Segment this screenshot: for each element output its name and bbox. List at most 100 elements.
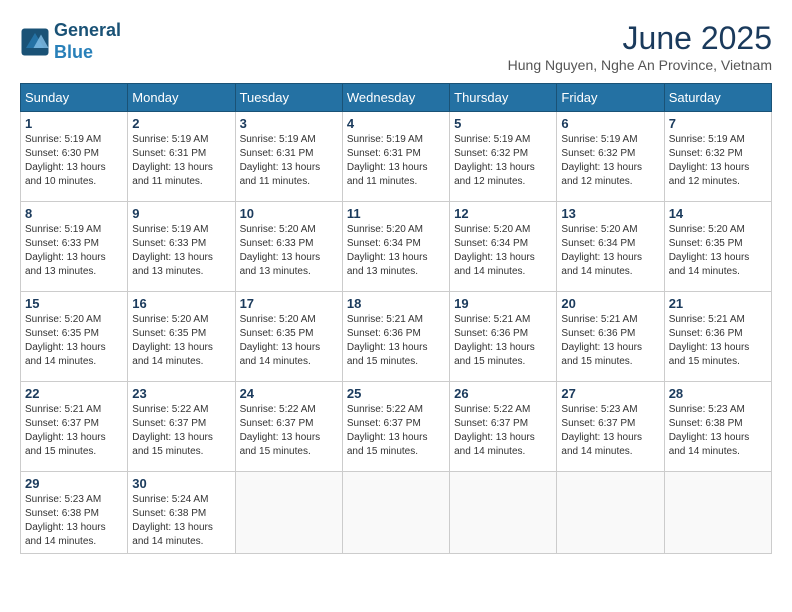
day-cell-28: 28 Sunrise: 5:23 AM Sunset: 6:38 PM Dayl… <box>664 382 771 472</box>
day-number: 28 <box>669 386 767 401</box>
day-cell-21: 21 Sunrise: 5:21 AM Sunset: 6:36 PM Dayl… <box>664 292 771 382</box>
day-info: Sunrise: 5:23 AM Sunset: 6:38 PM Dayligh… <box>25 493 123 549</box>
day-header-wednesday: Wednesday <box>342 84 449 112</box>
day-cell-3: 3 Sunrise: 5:19 AM Sunset: 6:31 PM Dayli… <box>235 112 342 202</box>
day-cell-12: 12 Sunrise: 5:20 AM Sunset: 6:34 PM Dayl… <box>450 202 557 292</box>
day-cell-11: 11 Sunrise: 5:20 AM Sunset: 6:34 PM Dayl… <box>342 202 449 292</box>
logo: General Blue <box>20 20 121 63</box>
day-info: Sunrise: 5:19 AM Sunset: 6:31 PM Dayligh… <box>132 133 230 189</box>
empty-cell <box>664 472 771 554</box>
day-cell-25: 25 Sunrise: 5:22 AM Sunset: 6:37 PM Dayl… <box>342 382 449 472</box>
day-info: Sunrise: 5:19 AM Sunset: 6:32 PM Dayligh… <box>561 133 659 189</box>
day-info: Sunrise: 5:21 AM Sunset: 6:37 PM Dayligh… <box>25 403 123 459</box>
day-cell-4: 4 Sunrise: 5:19 AM Sunset: 6:31 PM Dayli… <box>342 112 449 202</box>
day-number: 16 <box>132 296 230 311</box>
day-number: 27 <box>561 386 659 401</box>
day-number: 3 <box>240 116 338 131</box>
calendar-week-2: 8 Sunrise: 5:19 AM Sunset: 6:33 PM Dayli… <box>21 202 772 292</box>
day-header-thursday: Thursday <box>450 84 557 112</box>
day-info: Sunrise: 5:20 AM Sunset: 6:34 PM Dayligh… <box>454 223 552 279</box>
day-info: Sunrise: 5:22 AM Sunset: 6:37 PM Dayligh… <box>132 403 230 459</box>
day-cell-26: 26 Sunrise: 5:22 AM Sunset: 6:37 PM Dayl… <box>450 382 557 472</box>
day-number: 18 <box>347 296 445 311</box>
calendar-week-5: 29 Sunrise: 5:23 AM Sunset: 6:38 PM Dayl… <box>21 472 772 554</box>
day-number: 6 <box>561 116 659 131</box>
day-info: Sunrise: 5:19 AM Sunset: 6:31 PM Dayligh… <box>347 133 445 189</box>
day-header-monday: Monday <box>128 84 235 112</box>
day-cell-18: 18 Sunrise: 5:21 AM Sunset: 6:36 PM Dayl… <box>342 292 449 382</box>
day-number: 24 <box>240 386 338 401</box>
day-number: 13 <box>561 206 659 221</box>
day-cell-1: 1 Sunrise: 5:19 AM Sunset: 6:30 PM Dayli… <box>21 112 128 202</box>
day-cell-30: 30 Sunrise: 5:24 AM Sunset: 6:38 PM Dayl… <box>128 472 235 554</box>
day-number: 20 <box>561 296 659 311</box>
day-header-tuesday: Tuesday <box>235 84 342 112</box>
day-number: 21 <box>669 296 767 311</box>
day-info: Sunrise: 5:24 AM Sunset: 6:38 PM Dayligh… <box>132 493 230 549</box>
calendar-week-3: 15 Sunrise: 5:20 AM Sunset: 6:35 PM Dayl… <box>21 292 772 382</box>
day-info: Sunrise: 5:20 AM Sunset: 6:35 PM Dayligh… <box>25 313 123 369</box>
empty-cell <box>235 472 342 554</box>
day-info: Sunrise: 5:19 AM Sunset: 6:33 PM Dayligh… <box>25 223 123 279</box>
day-number: 11 <box>347 206 445 221</box>
calendar-week-1: 1 Sunrise: 5:19 AM Sunset: 6:30 PM Dayli… <box>21 112 772 202</box>
day-cell-15: 15 Sunrise: 5:20 AM Sunset: 6:35 PM Dayl… <box>21 292 128 382</box>
location: Hung Nguyen, Nghe An Province, Vietnam <box>508 57 772 73</box>
empty-cell <box>450 472 557 554</box>
calendar-table: SundayMondayTuesdayWednesdayThursdayFrid… <box>20 83 772 554</box>
day-info: Sunrise: 5:19 AM Sunset: 6:32 PM Dayligh… <box>454 133 552 189</box>
day-number: 22 <box>25 386 123 401</box>
day-number: 15 <box>25 296 123 311</box>
day-info: Sunrise: 5:19 AM Sunset: 6:32 PM Dayligh… <box>669 133 767 189</box>
calendar-week-4: 22 Sunrise: 5:21 AM Sunset: 6:37 PM Dayl… <box>21 382 772 472</box>
day-cell-23: 23 Sunrise: 5:22 AM Sunset: 6:37 PM Dayl… <box>128 382 235 472</box>
day-number: 9 <box>132 206 230 221</box>
empty-cell <box>557 472 664 554</box>
day-cell-7: 7 Sunrise: 5:19 AM Sunset: 6:32 PM Dayli… <box>664 112 771 202</box>
day-number: 23 <box>132 386 230 401</box>
day-header-sunday: Sunday <box>21 84 128 112</box>
day-cell-24: 24 Sunrise: 5:22 AM Sunset: 6:37 PM Dayl… <box>235 382 342 472</box>
day-cell-29: 29 Sunrise: 5:23 AM Sunset: 6:38 PM Dayl… <box>21 472 128 554</box>
calendar-header-row: SundayMondayTuesdayWednesdayThursdayFrid… <box>21 84 772 112</box>
day-header-friday: Friday <box>557 84 664 112</box>
day-info: Sunrise: 5:20 AM Sunset: 6:35 PM Dayligh… <box>132 313 230 369</box>
day-cell-14: 14 Sunrise: 5:20 AM Sunset: 6:35 PM Dayl… <box>664 202 771 292</box>
day-info: Sunrise: 5:22 AM Sunset: 6:37 PM Dayligh… <box>347 403 445 459</box>
day-info: Sunrise: 5:19 AM Sunset: 6:30 PM Dayligh… <box>25 133 123 189</box>
title-area: June 2025 Hung Nguyen, Nghe An Province,… <box>508 20 772 73</box>
day-cell-9: 9 Sunrise: 5:19 AM Sunset: 6:33 PM Dayli… <box>128 202 235 292</box>
day-number: 14 <box>669 206 767 221</box>
day-header-saturday: Saturday <box>664 84 771 112</box>
day-cell-6: 6 Sunrise: 5:19 AM Sunset: 6:32 PM Dayli… <box>557 112 664 202</box>
day-cell-19: 19 Sunrise: 5:21 AM Sunset: 6:36 PM Dayl… <box>450 292 557 382</box>
day-number: 10 <box>240 206 338 221</box>
day-number: 7 <box>669 116 767 131</box>
day-number: 5 <box>454 116 552 131</box>
day-number: 12 <box>454 206 552 221</box>
day-cell-10: 10 Sunrise: 5:20 AM Sunset: 6:33 PM Dayl… <box>235 202 342 292</box>
day-number: 17 <box>240 296 338 311</box>
calendar-body: 1 Sunrise: 5:19 AM Sunset: 6:30 PM Dayli… <box>21 112 772 554</box>
day-number: 25 <box>347 386 445 401</box>
day-info: Sunrise: 5:22 AM Sunset: 6:37 PM Dayligh… <box>240 403 338 459</box>
day-cell-5: 5 Sunrise: 5:19 AM Sunset: 6:32 PM Dayli… <box>450 112 557 202</box>
day-info: Sunrise: 5:20 AM Sunset: 6:34 PM Dayligh… <box>561 223 659 279</box>
day-info: Sunrise: 5:21 AM Sunset: 6:36 PM Dayligh… <box>454 313 552 369</box>
day-info: Sunrise: 5:21 AM Sunset: 6:36 PM Dayligh… <box>561 313 659 369</box>
day-cell-13: 13 Sunrise: 5:20 AM Sunset: 6:34 PM Dayl… <box>557 202 664 292</box>
day-info: Sunrise: 5:23 AM Sunset: 6:38 PM Dayligh… <box>669 403 767 459</box>
day-cell-22: 22 Sunrise: 5:21 AM Sunset: 6:37 PM Dayl… <box>21 382 128 472</box>
day-cell-8: 8 Sunrise: 5:19 AM Sunset: 6:33 PM Dayli… <box>21 202 128 292</box>
day-info: Sunrise: 5:21 AM Sunset: 6:36 PM Dayligh… <box>347 313 445 369</box>
empty-cell <box>342 472 449 554</box>
logo-icon <box>20 27 50 57</box>
day-cell-27: 27 Sunrise: 5:23 AM Sunset: 6:37 PM Dayl… <box>557 382 664 472</box>
day-number: 30 <box>132 476 230 491</box>
day-info: Sunrise: 5:20 AM Sunset: 6:35 PM Dayligh… <box>669 223 767 279</box>
day-info: Sunrise: 5:21 AM Sunset: 6:36 PM Dayligh… <box>669 313 767 369</box>
day-number: 2 <box>132 116 230 131</box>
day-number: 1 <box>25 116 123 131</box>
day-info: Sunrise: 5:20 AM Sunset: 6:33 PM Dayligh… <box>240 223 338 279</box>
day-info: Sunrise: 5:23 AM Sunset: 6:37 PM Dayligh… <box>561 403 659 459</box>
